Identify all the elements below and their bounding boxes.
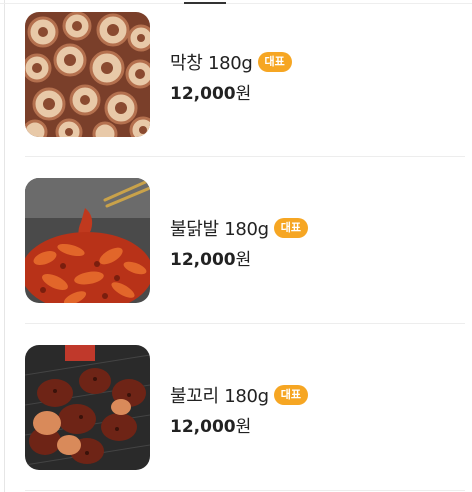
price-currency: 원 <box>235 250 252 270</box>
item-divider <box>25 490 465 491</box>
price-amount: 12,000 <box>170 417 236 437</box>
active-tab-indicator <box>184 2 226 4</box>
spicy-tail-photo <box>25 345 150 470</box>
menu-item-spicy-chicken-feet[interactable]: 불닭발 180g 대표 12,000원 <box>25 178 465 304</box>
price-currency: 원 <box>235 84 252 104</box>
menu-item-name: 불닭발 180g <box>170 219 269 240</box>
panel-border <box>4 0 5 492</box>
menu-item-spicy-tail[interactable]: 불꼬리 180g 대표 12,000원 <box>25 345 465 471</box>
menu-item-name: 막창 180g <box>170 53 253 74</box>
signature-badge: 대표 <box>273 218 309 238</box>
menu-item-name: 불꼬리 180g <box>170 386 269 407</box>
signature-badge: 대표 <box>273 385 309 405</box>
item-divider <box>25 156 465 157</box>
menu-item-price: 12,000원 <box>170 79 251 104</box>
menu-item-makchang[interactable]: 막창 180g 대표 12,000원 <box>25 12 465 138</box>
spicy-chicken-feet-photo <box>25 178 150 303</box>
grilled-makchang-photo <box>25 12 150 137</box>
price-amount: 12,000 <box>170 84 236 104</box>
menu-item-price: 12,000원 <box>170 412 251 437</box>
signature-badge: 대표 <box>257 52 292 72</box>
item-divider <box>25 323 465 324</box>
tab-bar-border <box>0 3 472 4</box>
price-currency: 원 <box>235 417 252 437</box>
menu-screen: 막창 180g 대표 12,000원 불닭발 180g 대표 12,000원 불… <box>0 0 472 492</box>
price-amount: 12,000 <box>170 250 236 270</box>
menu-item-price: 12,000원 <box>170 245 251 270</box>
